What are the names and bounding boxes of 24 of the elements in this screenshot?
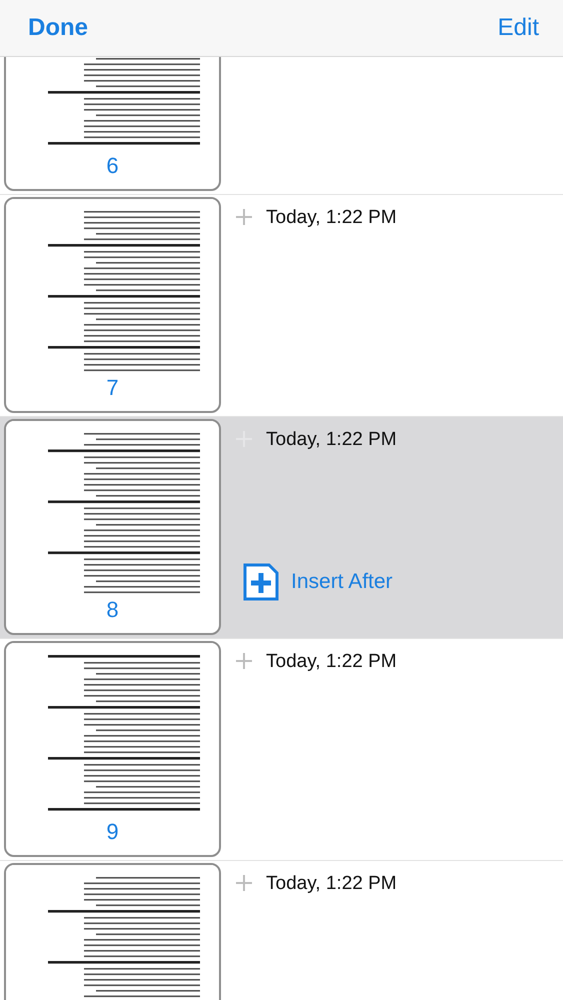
page-thumbnail[interactable]: 7 bbox=[4, 197, 221, 413]
insert-page-icon[interactable] bbox=[243, 562, 279, 600]
page-row[interactable]: 8 Today, 1:22 PM Insert After bbox=[0, 417, 563, 639]
page-number: 7 bbox=[105, 377, 120, 399]
page-row[interactable]: 9 Today, 1:22 PM bbox=[0, 639, 563, 861]
page-number: 9 bbox=[105, 821, 120, 843]
plus-icon[interactable] bbox=[235, 874, 253, 892]
done-button[interactable]: Done bbox=[28, 14, 88, 42]
page-thumbnail[interactable]: 6 bbox=[4, 57, 221, 191]
edit-button[interactable]: Edit bbox=[498, 14, 539, 42]
timestamp: Today, 1:22 PM bbox=[266, 206, 397, 230]
plus-icon[interactable] bbox=[235, 652, 253, 670]
timestamp: Today, 1:22 PM bbox=[266, 650, 397, 674]
page-number: 8 bbox=[105, 599, 120, 621]
page-thumbnail[interactable]: 8 bbox=[4, 419, 221, 635]
page-number: 6 bbox=[105, 155, 120, 177]
timestamp: Today, 1:22 PM bbox=[266, 428, 397, 452]
page-row[interactable]: 6 bbox=[0, 57, 563, 195]
insert-after-button[interactable]: Insert After bbox=[291, 566, 393, 598]
plus-icon[interactable] bbox=[235, 208, 253, 226]
timestamp: Today, 1:22 PM bbox=[266, 872, 397, 896]
page-thumbnail[interactable]: 9 bbox=[4, 641, 221, 857]
page-row[interactable]: 7 Today, 1:22 PM bbox=[0, 195, 563, 417]
page-row[interactable]: Today, 1:22 PM bbox=[0, 861, 563, 1000]
